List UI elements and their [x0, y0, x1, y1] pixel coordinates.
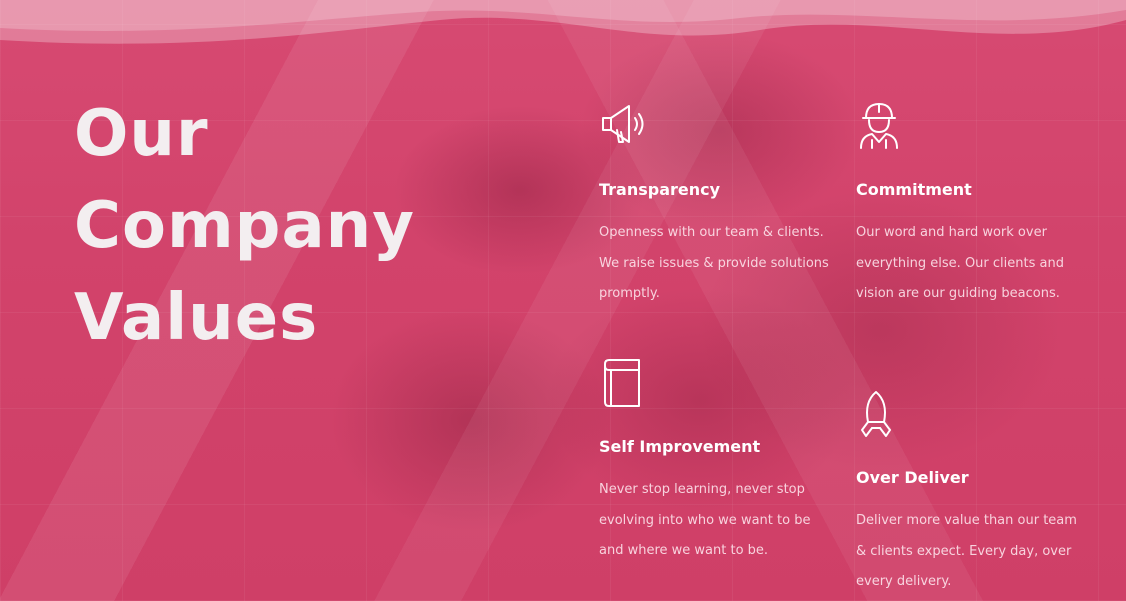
- value-title-transparency: Transparency: [599, 180, 721, 199]
- value-card-over-deliver: Over Deliver Deliver more value than our…: [856, 390, 1096, 600]
- top-wave-decoration: [0, 0, 1126, 44]
- value-card-self-improvement: Self Improvement Never stop learning, ne…: [599, 358, 839, 568]
- page-title-line-2: Company: [74, 189, 415, 263]
- value-text-commitment: Our word and hard work over everything e…: [856, 225, 1064, 301]
- company-values-section: Our Company Values Transparency Openness…: [0, 0, 1126, 601]
- value-text-over-deliver: Deliver more value than our team & clien…: [856, 513, 1077, 589]
- value-card-transparency: Transparency Openness with our team & cl…: [599, 102, 839, 322]
- value-title-self-improvement: Self Improvement: [599, 437, 761, 456]
- megaphone-icon: [602, 105, 644, 143]
- worker-hardhat-icon: [860, 103, 898, 149]
- value-card-commitment: Commitment Our word and hard work over e…: [856, 100, 1096, 340]
- value-text-transparency: Openness with our team & clients. We rai…: [599, 225, 829, 301]
- value-title-over-deliver: Over Deliver: [856, 468, 969, 487]
- page-title: Our Company Values: [74, 88, 415, 364]
- page-title-line-3: Values: [74, 281, 319, 355]
- value-text-self-improvement: Never stop learning, never stop evolving…: [599, 482, 811, 558]
- rocket-icon: [861, 391, 891, 437]
- value-title-commitment: Commitment: [856, 180, 972, 199]
- page-title-line-1: Our: [74, 97, 209, 171]
- book-icon: [604, 359, 640, 407]
